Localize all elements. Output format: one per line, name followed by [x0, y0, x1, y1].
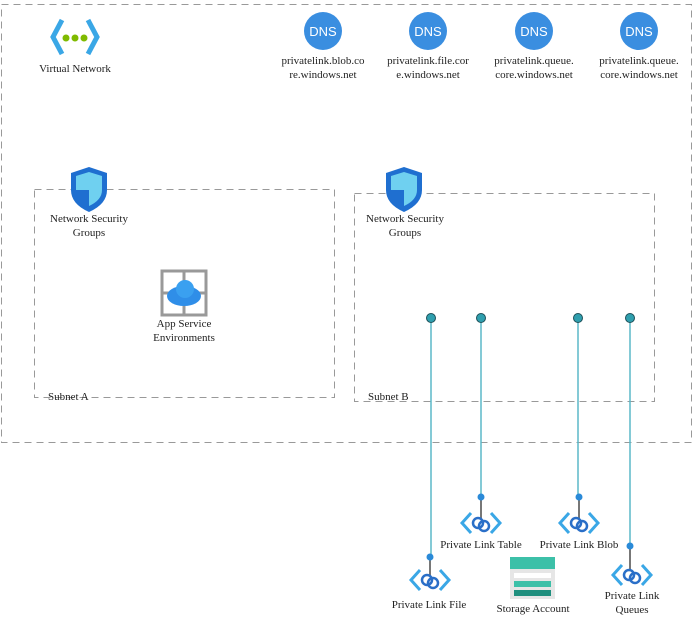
shield-icon — [71, 167, 107, 212]
private-link-table-icon — [459, 493, 503, 535]
nsg-line: Network Security — [366, 213, 444, 225]
dns-zone-line: privatelink.blob.co — [281, 55, 365, 67]
private-link-queues-line: Queues — [615, 604, 649, 616]
private-link-table-label: Private Link Table — [440, 539, 522, 551]
nsg-line: Groups — [388, 227, 422, 239]
storage-account-label: Storage Account — [496, 603, 570, 615]
storage-account-icon — [510, 557, 555, 599]
private-link-queues-label: Private Link Queues — [577, 589, 687, 617]
dns-zone-line: e.windows.net — [396, 69, 460, 81]
endpoints — [426, 313, 635, 323]
private-link-file-icon — [408, 553, 452, 592]
nsg-label-b: Network Security Groups — [350, 212, 460, 240]
dns-icon: DNS — [515, 12, 553, 50]
virtual-network-label: Virtual Network — [39, 63, 111, 75]
dns-zone-line: privatelink.file.cor — [387, 55, 469, 67]
dns-zone-line: privatelink.queue. — [599, 55, 679, 67]
ase-line: App Service — [156, 318, 212, 330]
dns-icon: DNS — [620, 12, 658, 50]
svg-text:DNS: DNS — [520, 24, 548, 39]
subnet-a-label: Subnet A — [48, 391, 89, 403]
dns-icon: DNS — [409, 12, 447, 50]
diagram-canvas: DNS DNS DNS DNS Virtual Network privatel… — [0, 0, 694, 624]
dns-zone-label: privatelink.blob.co re.windows.net — [268, 54, 378, 82]
shield-icon — [386, 167, 422, 212]
virtual-network-icon — [50, 18, 100, 56]
private-link-blob-icon — [557, 493, 601, 535]
dns-icon: DNS — [304, 12, 342, 50]
endpoint-dot — [625, 313, 635, 323]
subnet-b-label: Subnet B — [368, 391, 409, 403]
nsg-line: Groups — [72, 227, 106, 239]
nsg-line: Network Security — [50, 213, 128, 225]
dns-zone-line: core.windows.net — [600, 69, 678, 81]
dns-zone-line: privatelink.queue. — [494, 55, 574, 67]
dns-zone-label: privatelink.queue. core.windows.net — [479, 54, 589, 82]
app-service-environment-icon — [160, 269, 208, 317]
svg-text:DNS: DNS — [625, 24, 653, 39]
endpoint-dot — [476, 313, 486, 323]
dns-zone-line: re.windows.net — [289, 69, 357, 81]
dns-zone-label: privatelink.file.cor e.windows.net — [373, 54, 483, 82]
nsg-label-a: Network Security Groups — [34, 212, 144, 240]
private-link-file-label: Private Link File — [391, 599, 467, 611]
ase-line: Environments — [153, 332, 215, 344]
svg-text:DNS: DNS — [414, 24, 442, 39]
connectors — [430, 318, 631, 557]
diagram-shapes: DNS DNS DNS DNS — [1, 4, 692, 599]
endpoint-dot — [573, 313, 583, 323]
dns-zone-label: privatelink.queue. core.windows.net — [584, 54, 694, 82]
private-link-queues-line: Private Link — [604, 590, 660, 602]
dns-zone-line: core.windows.net — [495, 69, 573, 81]
ase-label: App Service Environments — [129, 317, 239, 345]
endpoint-dot — [426, 313, 436, 323]
svg-text:DNS: DNS — [309, 24, 337, 39]
private-link-blob-label: Private Link Blob — [539, 539, 619, 551]
